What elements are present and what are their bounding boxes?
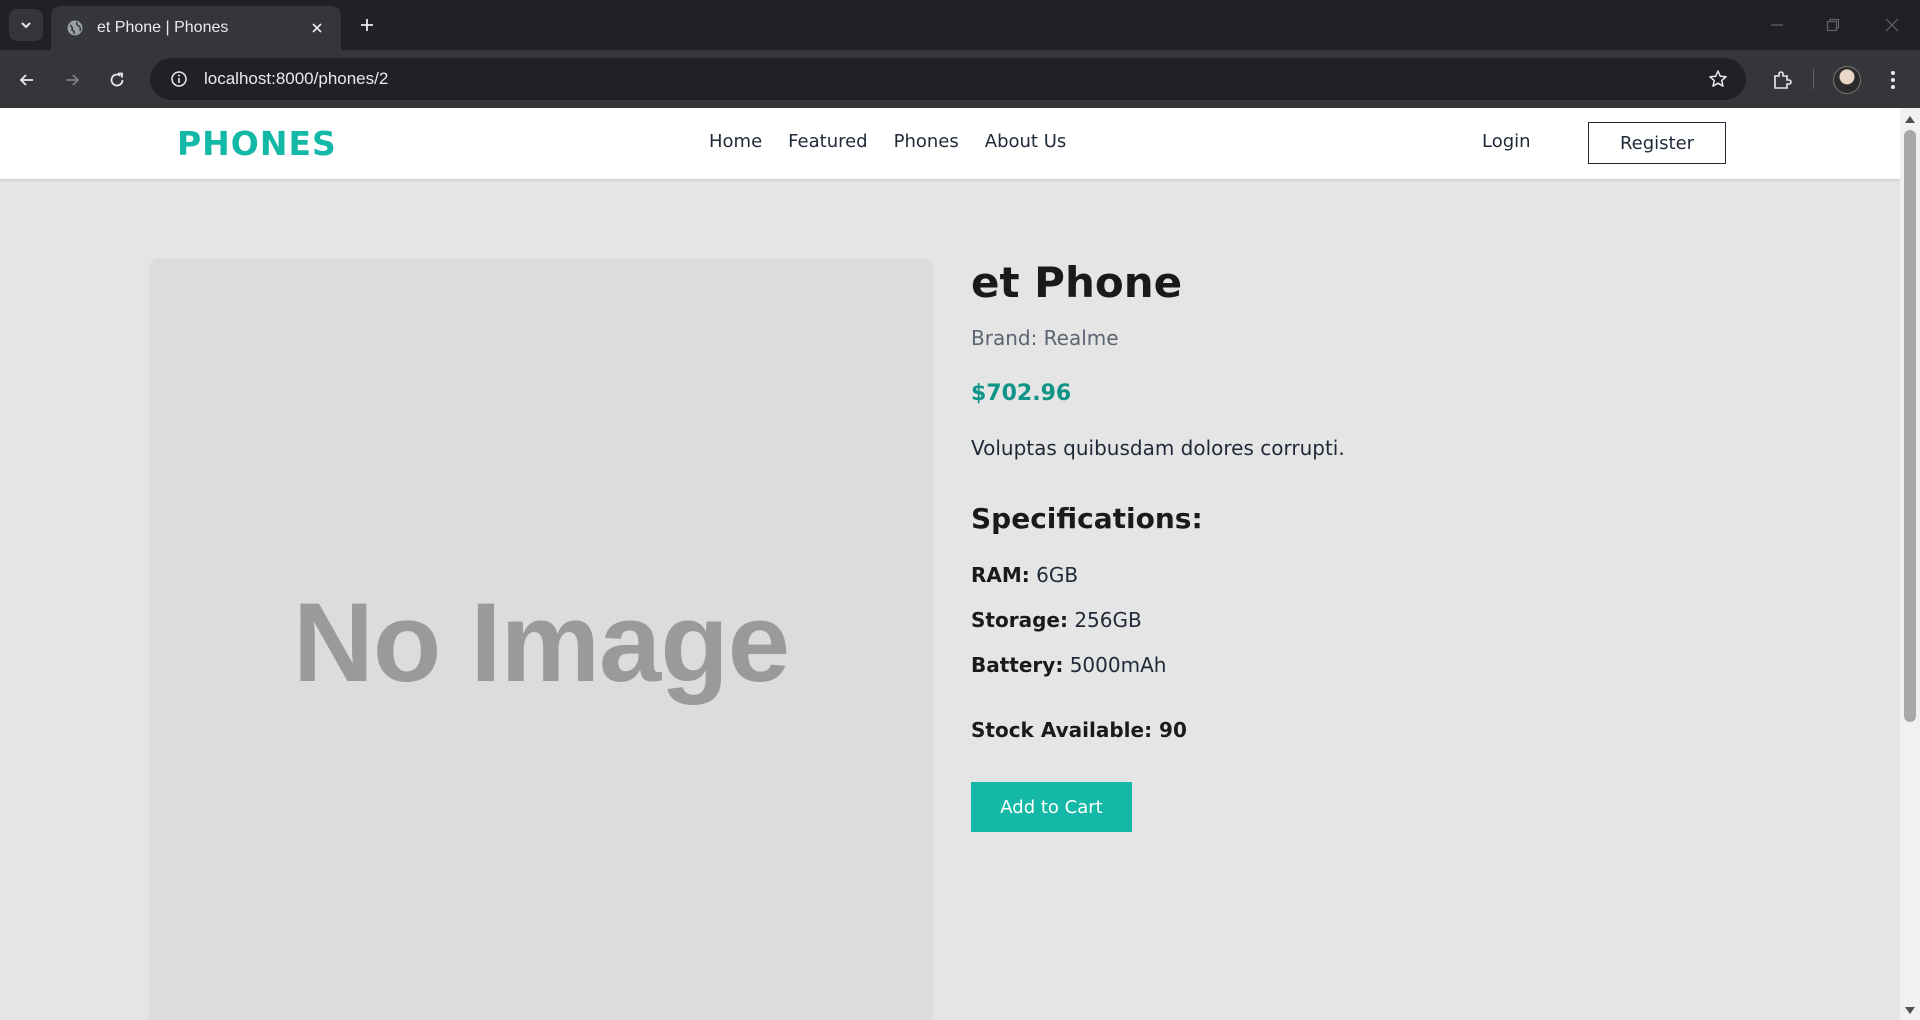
page-scrollbar[interactable] (1900, 108, 1920, 1020)
spec-value: 5000mAh (1069, 653, 1167, 677)
scroll-thumb[interactable] (1904, 130, 1916, 722)
browser-toolbar: localhost:8000/phones/2 (0, 50, 1920, 108)
spec-storage: Storage: 256GB (971, 608, 1142, 632)
stock-available: Stock Available: 90 (971, 718, 1187, 742)
main-nav: Home Featured Phones About Us (709, 131, 1066, 152)
spec-value: 6GB (1036, 563, 1079, 587)
minimize-icon[interactable] (1762, 10, 1792, 40)
address-bar[interactable]: localhost:8000/phones/2 (150, 58, 1746, 100)
page-viewport: PHONES Home Featured Phones About Us Log… (0, 108, 1900, 1020)
nav-featured[interactable]: Featured (788, 131, 867, 152)
profile-avatar-icon[interactable] (1829, 62, 1865, 98)
product-description: Voluptas quibusdam dolores corrupti. (971, 436, 1345, 460)
login-link[interactable]: Login (1482, 131, 1531, 152)
site-logo[interactable]: PHONES (177, 124, 337, 163)
browser-tab-bar: et Phone | Phones (0, 0, 1920, 50)
scroll-up-arrow-icon[interactable] (1905, 116, 1915, 123)
site-header: PHONES Home Featured Phones About Us Log… (0, 108, 1900, 179)
tab-search-button[interactable] (9, 9, 43, 41)
spec-value: 256GB (1074, 608, 1142, 632)
product-brand: Brand: Realme (971, 326, 1119, 350)
url-text[interactable]: localhost:8000/phones/2 (204, 69, 1698, 89)
product-price: $702.96 (971, 381, 1072, 406)
extensions-icon[interactable] (1764, 62, 1800, 98)
spec-label: Storage: (971, 608, 1068, 632)
no-image-text: No Image (292, 580, 790, 705)
reload-icon[interactable] (101, 64, 133, 96)
toolbar-separator (1813, 69, 1814, 89)
globe-icon (65, 18, 85, 38)
back-arrow-icon[interactable] (11, 64, 43, 96)
register-button[interactable]: Register (1588, 122, 1726, 164)
add-to-cart-button[interactable]: Add to Cart (971, 782, 1132, 832)
scroll-down-arrow-icon[interactable] (1905, 1007, 1915, 1014)
spec-battery: Battery: 5000mAh (971, 653, 1166, 677)
new-tab-icon[interactable] (352, 10, 382, 40)
tab-title: et Phone | Phones (97, 19, 229, 36)
more-menu-icon[interactable] (1875, 62, 1911, 98)
close-window-icon[interactable] (1877, 10, 1907, 40)
browser-tab[interactable]: et Phone | Phones (51, 6, 341, 50)
spec-label: RAM: (971, 563, 1030, 587)
bookmark-star-icon[interactable] (1698, 59, 1738, 99)
forward-arrow-icon[interactable] (56, 64, 88, 96)
nav-phones[interactable]: Phones (894, 131, 959, 152)
spec-label: Battery: (971, 653, 1064, 677)
chevron-down-icon (21, 22, 31, 29)
restore-icon[interactable] (1818, 10, 1848, 40)
spec-ram: RAM: 6GB (971, 563, 1078, 587)
product-title: et Phone (971, 258, 1183, 307)
tab-close-icon[interactable] (305, 16, 329, 40)
nav-about-us[interactable]: About Us (985, 131, 1067, 152)
specifications-heading: Specifications: (971, 502, 1203, 535)
product-image-placeholder: No Image (149, 258, 933, 1020)
site-info-icon[interactable] (158, 58, 200, 100)
nav-home[interactable]: Home (709, 131, 762, 152)
